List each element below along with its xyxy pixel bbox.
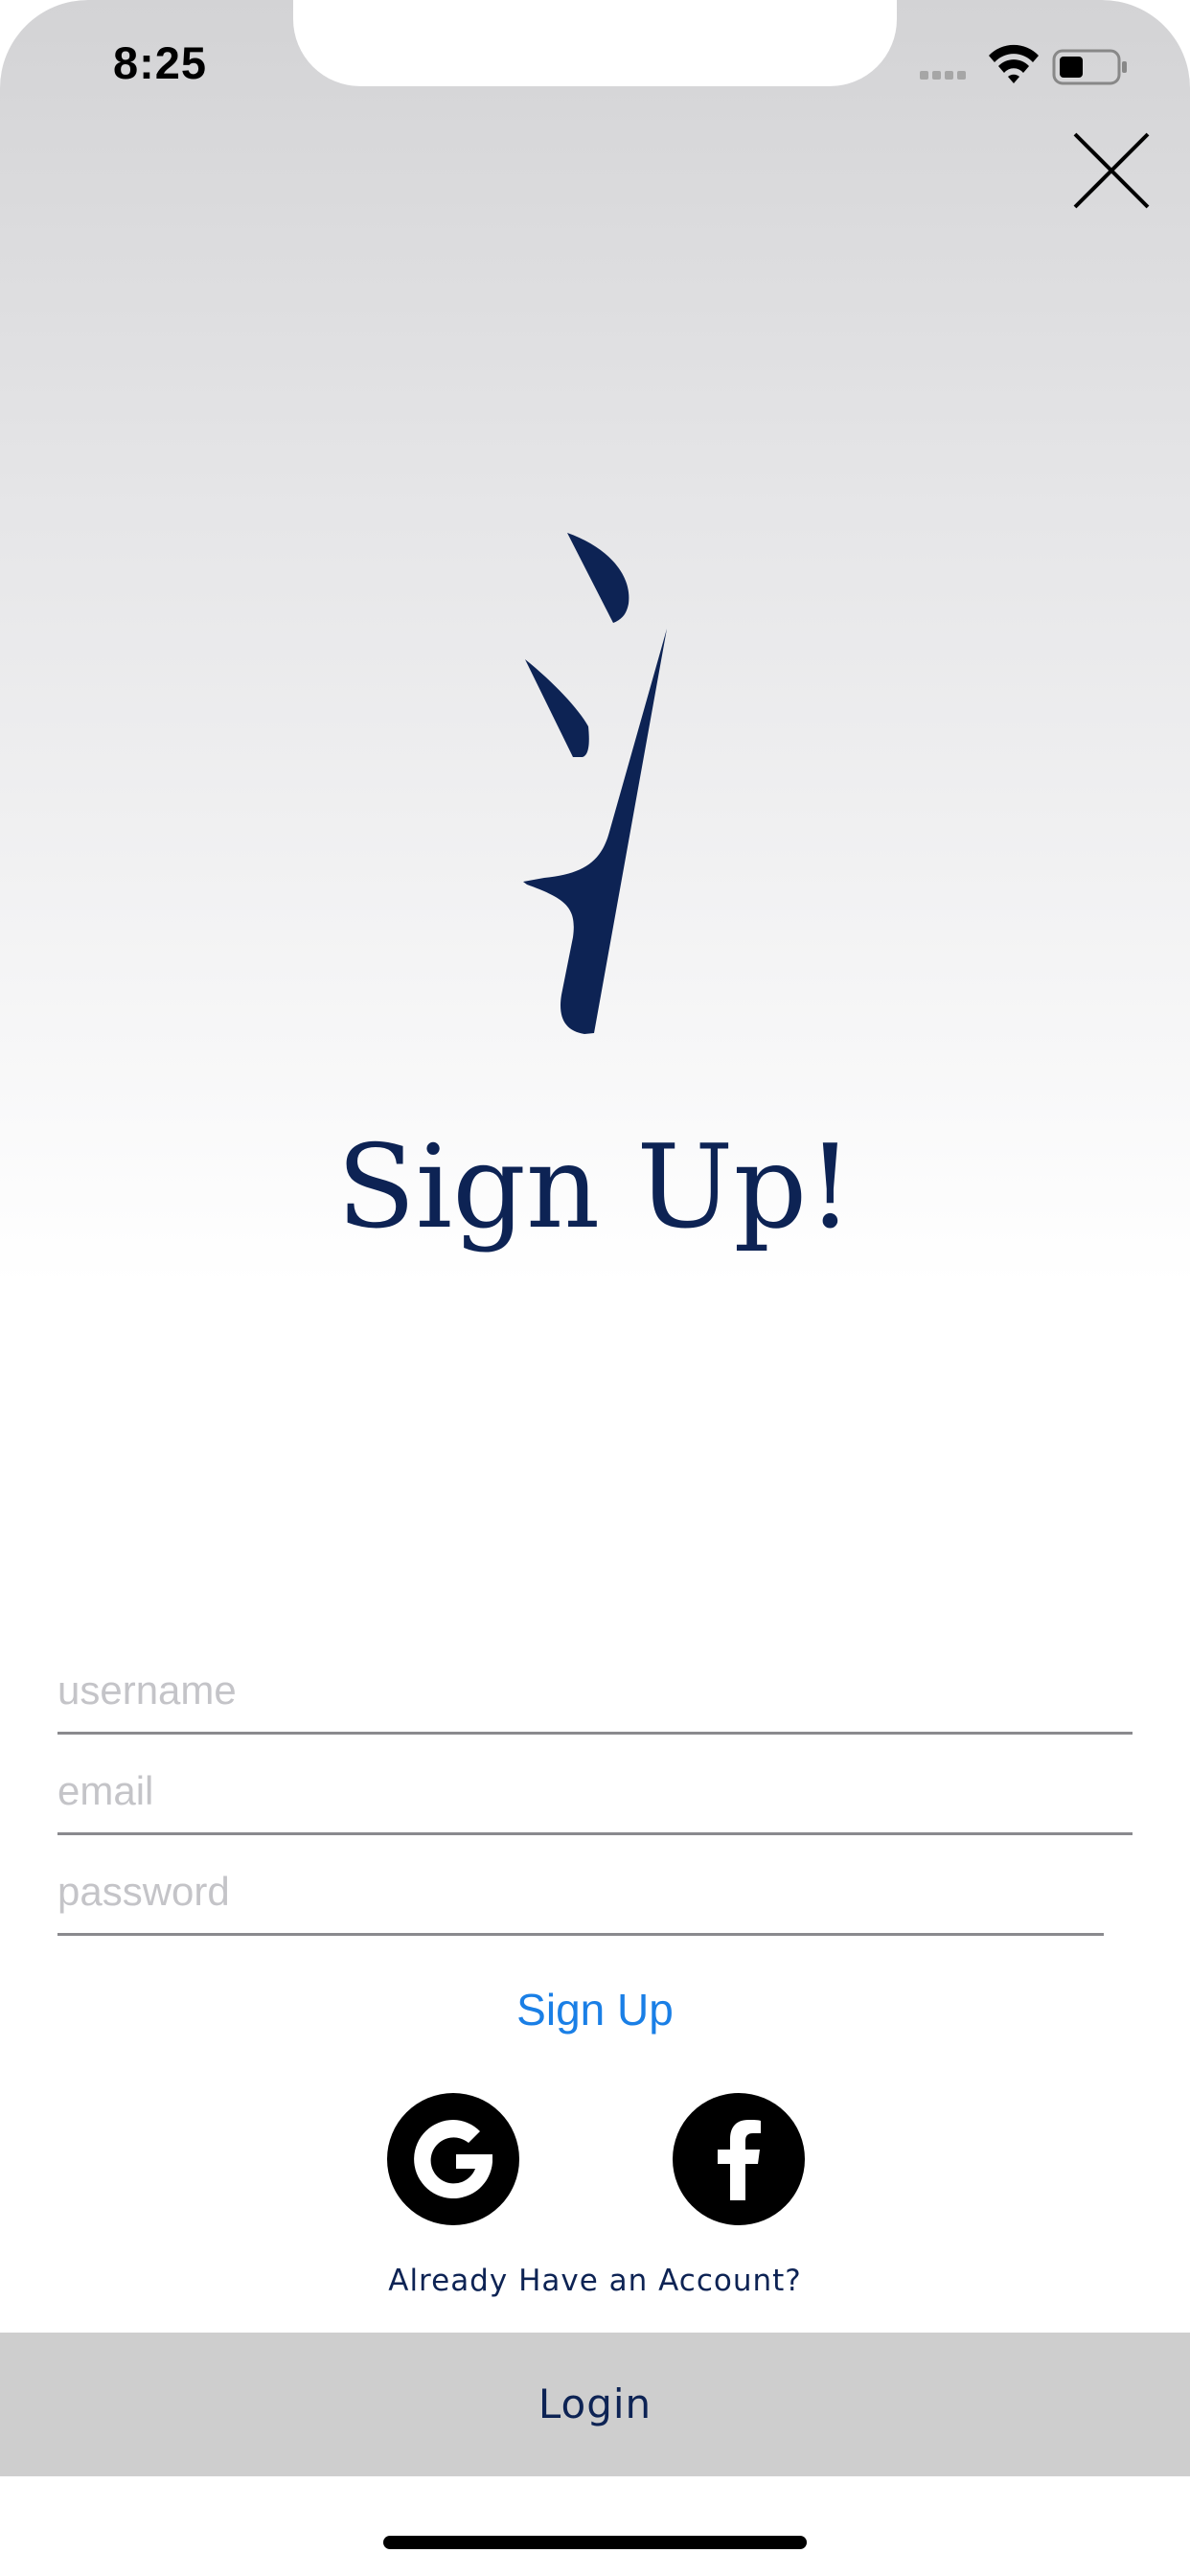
status-bar-indicators	[918, 42, 1129, 90]
status-icons	[920, 44, 1127, 85]
username-input[interactable]	[57, 1648, 1133, 1733]
sign-up-button[interactable]: Sign Up	[0, 1984, 1190, 2036]
close-icon	[1073, 132, 1150, 209]
google-icon	[414, 2120, 492, 2198]
email-input[interactable]	[57, 1749, 1133, 1833]
status-bar-time: 8:25	[113, 37, 208, 88]
login-button[interactable]: Login	[0, 2333, 1190, 2476]
close-button[interactable]	[1065, 125, 1157, 217]
wifi-icon	[989, 44, 1039, 83]
home-indicator[interactable]	[383, 2536, 807, 2549]
facebook-icon	[718, 2120, 761, 2200]
device-notch	[293, 0, 897, 86]
sign-up-screen: 8:25 Sign Up! username email Sign Up Alr…	[0, 0, 1190, 2576]
username-field-wrapper	[57, 1648, 1133, 1735]
email-field-wrapper	[57, 1749, 1133, 1835]
password-input[interactable]	[57, 1850, 1133, 1934]
brand-logo	[498, 525, 690, 1043]
password-underline	[57, 1933, 1104, 1936]
login-button-label: Login	[538, 2380, 652, 2427]
google-sign-in-button[interactable]	[387, 2093, 519, 2225]
already-have-account-label: Already Have an Account?	[388, 2264, 802, 2298]
facebook-sign-in-button[interactable]	[673, 2093, 805, 2225]
page-title: Sign Up!	[336, 1121, 854, 1254]
brand-logo-icon	[523, 533, 667, 1034]
username-underline	[57, 1732, 1133, 1735]
email-underline	[57, 1832, 1133, 1835]
password-field-wrapper	[57, 1850, 1133, 1936]
battery-icon	[1052, 49, 1127, 85]
cellular-signal-icon	[920, 71, 966, 80]
